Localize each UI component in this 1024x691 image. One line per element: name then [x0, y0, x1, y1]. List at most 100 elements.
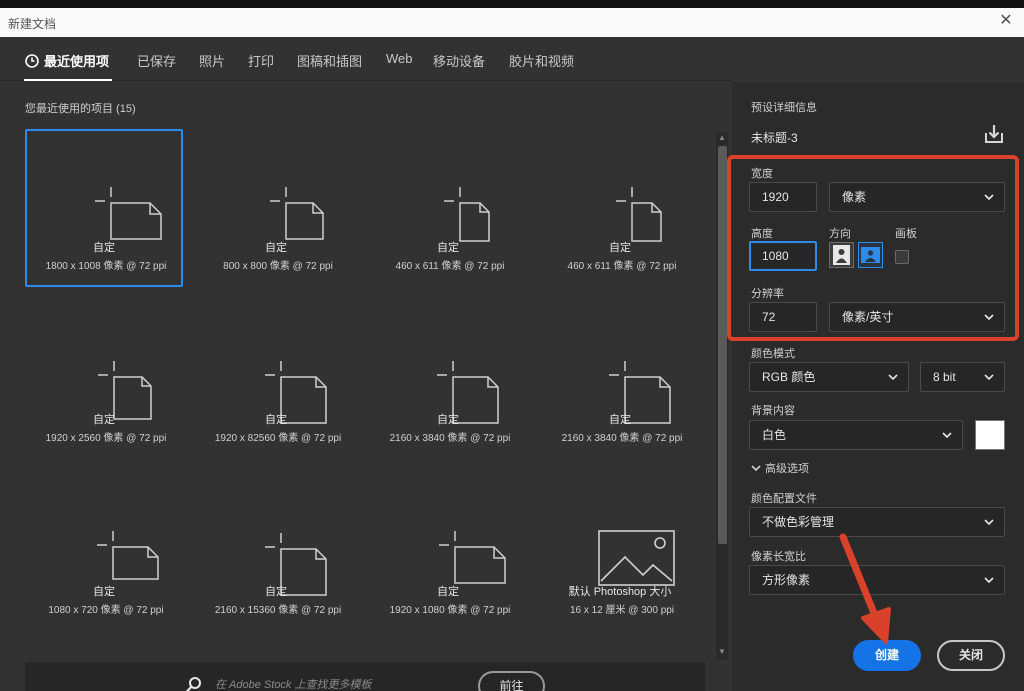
recent-item-dims: 2160 x 3840 像素 @ 72 ppi	[561, 433, 683, 444]
artboard-label: 画板	[895, 228, 917, 240]
tab-recent[interactable]: 最近使用项	[25, 51, 109, 70]
color-mode-label: 颜色模式	[751, 348, 795, 360]
orientation-label: 方向	[829, 228, 851, 240]
recent-item-name: 自定	[437, 242, 459, 254]
tab-photo[interactable]: 照片	[199, 51, 225, 70]
recent-item-card[interactable]: 自定 460 x 611 像素 @ 72 ppi	[369, 129, 527, 287]
recent-item-name: 自定	[437, 414, 459, 426]
create-button[interactable]: 创建	[853, 640, 921, 671]
color-mode-select[interactable]: RGB 颜色	[749, 362, 909, 392]
window-title: 新建文档	[8, 17, 57, 31]
color-profile-select[interactable]: 不做色彩管理	[749, 507, 1005, 537]
recent-item-dims: 1080 x 720 像素 @ 72 ppi	[48, 605, 164, 616]
chevron-down-icon	[888, 374, 898, 381]
background-color-swatch[interactable]	[975, 420, 1005, 450]
recent-item-dims: 16 x 12 厘米 @ 300 ppi	[569, 605, 675, 616]
preset-details-panel: 预设详细信息 未标题-3 宽度 1920 像素 高度 方向 画板 1080 分辨…	[732, 82, 1024, 691]
scrollbar-thumb[interactable]	[718, 146, 727, 544]
clock-icon	[25, 54, 39, 68]
resolution-input[interactable]: 72	[749, 302, 817, 332]
recent-item-dims: 800 x 800 像素 @ 72 ppi	[223, 261, 333, 272]
recent-item-dims: 1920 x 82560 像素 @ 72 ppi	[214, 433, 342, 444]
chevron-down-icon	[751, 465, 761, 472]
category-tabs: 最近使用项 已保存 照片 打印 图稿和插图 Web 移动设备 胶片和视频	[0, 37, 732, 81]
recent-item-card[interactable]: 自定 2160 x 15360 像素 @ 72 ppi	[197, 473, 355, 631]
document-name[interactable]: 未标题-3	[751, 129, 798, 146]
tab-print[interactable]: 打印	[248, 51, 274, 70]
stock-search-input[interactable]	[211, 674, 467, 691]
search-icon	[186, 677, 201, 691]
save-preset-icon[interactable]	[984, 124, 1004, 144]
recent-item-dims: 1920 x 2560 像素 @ 72 ppi	[45, 433, 167, 444]
bit-depth-select[interactable]: 8 bit	[920, 362, 1005, 392]
recent-item-card[interactable]: 默认 Photoshop 大小 16 x 12 厘米 @ 300 ppi	[541, 473, 699, 631]
recent-item-dims: 460 x 611 像素 @ 72 ppi	[395, 261, 505, 272]
resolution-unit-value: 像素/英寸	[842, 310, 894, 324]
portrait-orientation-button[interactable]	[829, 242, 854, 268]
advanced-options-label: 高级选项	[765, 463, 809, 475]
close-button[interactable]: 关闭	[937, 640, 1005, 671]
recent-item-card[interactable]: 自定 2160 x 3840 像素 @ 72 ppi	[541, 301, 699, 459]
preset-details-label: 预设详细信息	[751, 102, 817, 114]
recent-item-card[interactable]: 自定 460 x 611 像素 @ 72 ppi	[541, 129, 699, 287]
background-select[interactable]: 白色	[749, 420, 963, 450]
pixel-aspect-select[interactable]: 方形像素	[749, 565, 1005, 595]
recent-item-name: 自定	[93, 414, 115, 426]
landscape-orientation-button[interactable]	[858, 242, 883, 268]
recent-item-name: 自定	[93, 586, 115, 598]
recent-item-name: 自定	[437, 586, 459, 598]
recent-item-name: 自定	[609, 242, 631, 254]
bit-depth-value: 8 bit	[933, 370, 956, 384]
chevron-down-icon	[984, 314, 994, 321]
tab-label: 最近使用项	[44, 54, 110, 69]
recent-item-name: 自定	[93, 242, 115, 254]
recent-item-name: 自定	[265, 586, 287, 598]
window-close-icon[interactable]: ✕	[998, 13, 1014, 29]
chevron-down-icon	[984, 194, 994, 201]
landscape-person-icon	[861, 247, 880, 263]
tab-mobile[interactable]: 移动设备	[433, 51, 485, 70]
tab-art-illustration[interactable]: 图稿和插图	[297, 51, 362, 70]
recent-item-dims: 1920 x 1080 像素 @ 72 ppi	[389, 605, 511, 616]
chevron-down-icon	[984, 519, 994, 526]
top-strip	[0, 0, 1024, 8]
recent-item-name: 自定	[265, 242, 287, 254]
recent-item-dims: 2160 x 3840 像素 @ 72 ppi	[389, 433, 511, 444]
width-input[interactable]: 1920	[749, 182, 817, 212]
recent-item-card[interactable]: 自定 1920 x 1080 像素 @ 72 ppi	[369, 473, 527, 631]
width-unit-select[interactable]: 像素	[829, 182, 1005, 212]
recent-section-label: 您最近使用的项目 (15)	[25, 103, 136, 115]
artboard-checkbox[interactable]	[895, 250, 909, 264]
title-bar: 新建文档 ✕	[0, 8, 1024, 37]
recent-item-card[interactable]: 自定 2160 x 3840 像素 @ 72 ppi	[369, 301, 527, 459]
recent-item-card[interactable]: 自定 1800 x 1008 像素 @ 72 ppi	[25, 129, 183, 287]
recent-item-card[interactable]: 自定 1080 x 720 像素 @ 72 ppi	[25, 473, 183, 631]
tab-saved[interactable]: 已保存	[137, 51, 176, 70]
advanced-options-toggle[interactable]: 高级选项	[751, 460, 809, 476]
tab-film-video[interactable]: 胶片和视频	[509, 51, 574, 70]
recent-item-dims: 2160 x 15360 像素 @ 72 ppi	[214, 605, 342, 616]
recent-item-card[interactable]: 自定 800 x 800 像素 @ 72 ppi	[197, 129, 355, 287]
recent-item-card[interactable]: 自定 1920 x 82560 像素 @ 72 ppi	[197, 301, 355, 459]
active-tab-indicator	[24, 79, 112, 81]
resolution-unit-select[interactable]: 像素/英寸	[829, 302, 1005, 332]
portrait-person-icon	[833, 245, 850, 265]
chevron-down-icon	[942, 432, 952, 439]
scroll-up-icon[interactable]: ▲	[716, 132, 728, 144]
color-profile-value: 不做色彩管理	[762, 515, 835, 529]
height-label: 高度	[751, 228, 773, 240]
recent-item-card[interactable]: 自定 1920 x 2560 像素 @ 72 ppi	[25, 301, 183, 459]
background-label: 背景内容	[751, 405, 795, 417]
recent-item-name: 自定	[609, 414, 631, 426]
pixel-aspect-value: 方形像素	[762, 573, 811, 587]
color-profile-label: 颜色配置文件	[751, 493, 817, 505]
height-input[interactable]: 1080	[749, 241, 817, 271]
scroll-down-icon[interactable]: ▼	[716, 646, 728, 658]
recent-item-dims: 460 x 611 像素 @ 72 ppi	[567, 261, 677, 272]
width-label: 宽度	[751, 168, 773, 180]
tab-web[interactable]: Web	[386, 51, 413, 66]
recent-panel: 您最近使用的项目 (15) 自定 1800 x 1008 像素 @ 72 ppi 自…	[0, 82, 732, 691]
recent-item-name: 自定	[265, 414, 287, 426]
go-button[interactable]: 前往	[478, 671, 545, 691]
recent-item-name: 默认 Photoshop 大小	[568, 586, 672, 598]
